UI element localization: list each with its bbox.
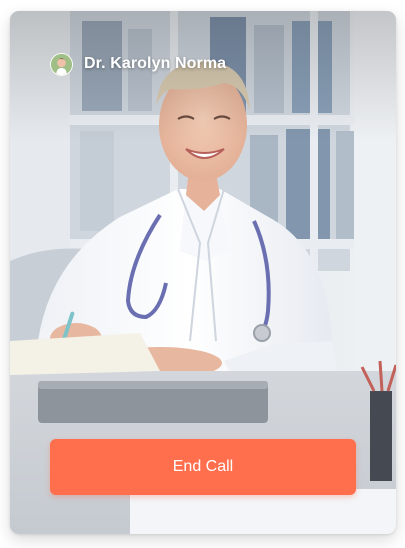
doctor-avatar <box>50 52 73 76</box>
avatar-icon <box>51 53 72 75</box>
end-call-button[interactable]: End Call <box>50 439 356 495</box>
video-call-card: Dr. Karolyn Norma End Call <box>10 11 396 534</box>
caller-name: Dr. Karolyn Norma <box>84 55 227 72</box>
caller-info: Dr. Karolyn Norma <box>50 51 226 77</box>
